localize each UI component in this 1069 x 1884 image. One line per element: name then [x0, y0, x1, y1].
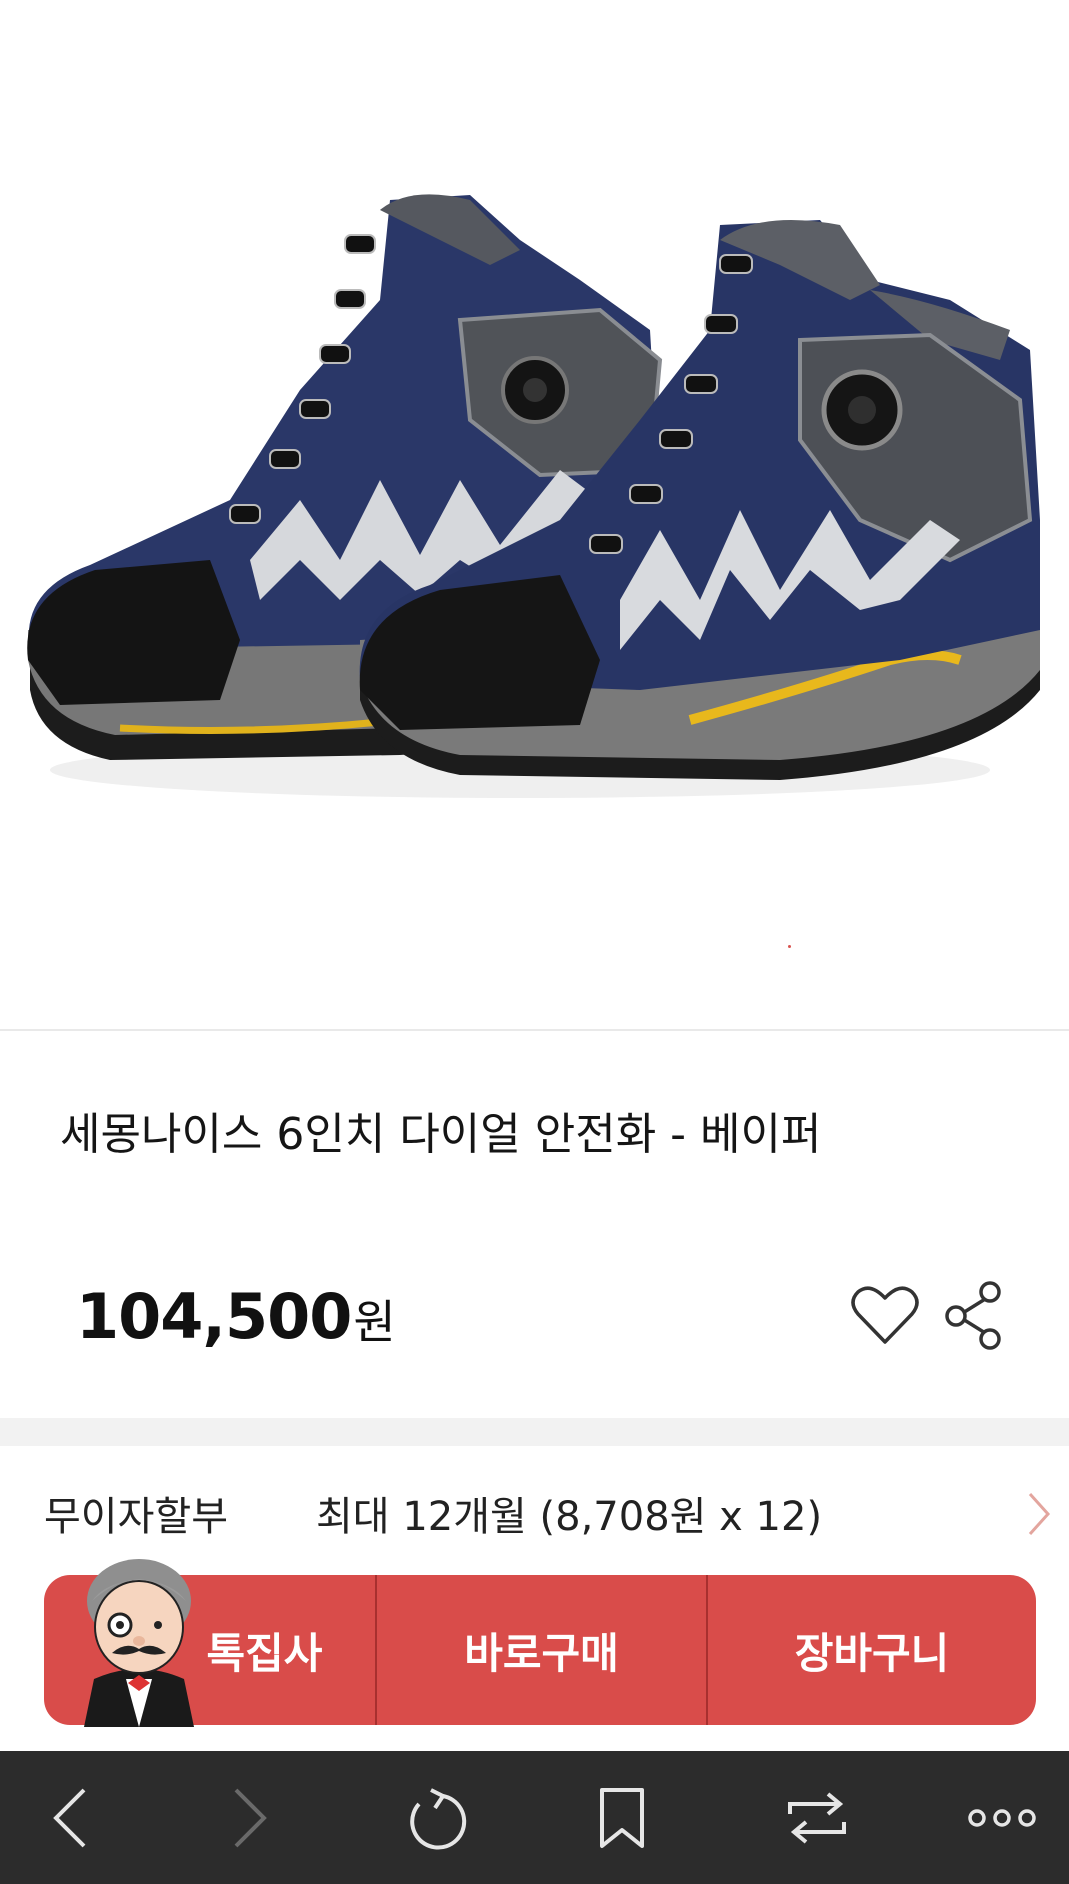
installment-label: 무이자할부: [44, 1494, 228, 1540]
more-button[interactable]: [952, 1751, 1052, 1884]
more-dots-icon: [968, 1808, 1036, 1827]
butler-mascot-icon: [84, 1559, 194, 1727]
heart-outline-icon: [851, 1286, 919, 1344]
price-amount: 104,500: [76, 1280, 352, 1353]
buy-now-label: 바로구매: [464, 1628, 619, 1678]
product-title: 세몽나이스 6인치 다이얼 안전화 - 베이퍼: [60, 1109, 822, 1160]
price: 104,500원: [76, 1280, 396, 1353]
chevron-right-icon: [234, 1788, 267, 1847]
share-button[interactable]: [944, 1278, 1006, 1352]
installment-value: 최대 12개월 (8,708원 x 12): [316, 1494, 823, 1540]
refresh-icon: [410, 1787, 467, 1849]
price-unit: 원: [353, 1295, 396, 1349]
chevron-left-icon: [53, 1788, 86, 1847]
bookmark-icon: [600, 1787, 644, 1848]
buy-now-button[interactable]: 바로구매: [377, 1575, 706, 1725]
browser-toolbar: [0, 1751, 1069, 1884]
safety-shoes-illustration: [27, 194, 1040, 798]
add-to-cart-label: 장바구니: [794, 1628, 950, 1678]
product-image[interactable]: [0, 0, 1069, 1029]
chevron-right-icon: [1028, 1492, 1051, 1536]
image-indicator-dot: [788, 945, 791, 948]
refresh-button[interactable]: [385, 1751, 485, 1884]
action-bar: 톡집사 바로구매 장바구니: [44, 1559, 1036, 1727]
talk-concierge-label: 톡집사: [206, 1628, 323, 1678]
bookmark-button[interactable]: [572, 1751, 672, 1884]
back-button[interactable]: [20, 1751, 120, 1884]
share-icon: [945, 1281, 1001, 1350]
forward-button[interactable]: [200, 1751, 300, 1884]
section-separator: [0, 1418, 1069, 1446]
wishlist-button[interactable]: [850, 1280, 920, 1350]
add-to-cart-button[interactable]: 장바구니: [708, 1575, 1036, 1725]
tabs-button[interactable]: [767, 1751, 867, 1884]
switch-tabs-icon: [788, 1791, 846, 1844]
divider: [0, 1029, 1069, 1031]
